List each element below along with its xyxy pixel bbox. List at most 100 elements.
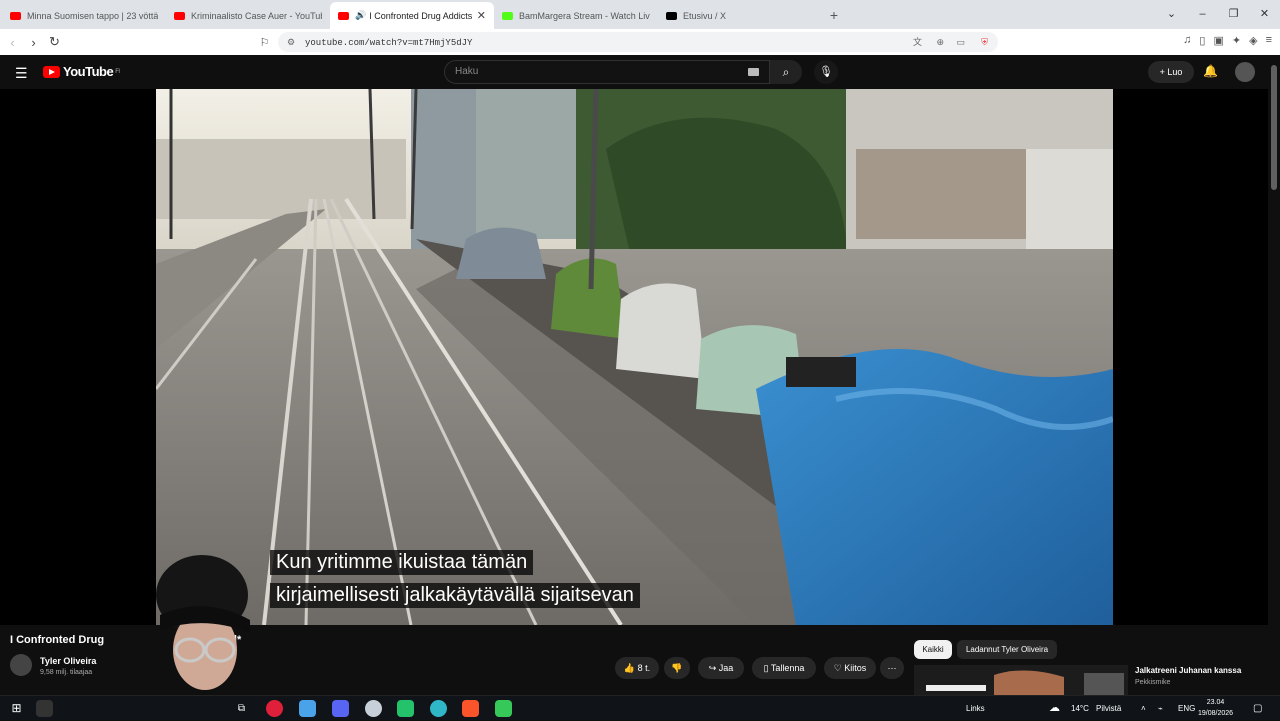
dislike-button[interactable]: 👎 [664, 657, 690, 679]
system-clock[interactable]: 23.04 19/08/2026 [1198, 697, 1233, 719]
discord-icon[interactable] [332, 700, 349, 717]
network-icon[interactable]: ⌁ [1158, 696, 1163, 721]
close-window-button[interactable]: ✕ [1249, 0, 1280, 29]
minimize-button[interactable]: – [1187, 0, 1218, 29]
scrollbar-thumb[interactable] [1271, 65, 1277, 190]
window-controls: ⌄ – ❐ ✕ [1156, 0, 1280, 29]
cast-icon[interactable]: ▭ [956, 32, 965, 52]
x-favicon-icon [666, 11, 677, 20]
more-actions-button[interactable]: ⋯ [880, 657, 904, 679]
tray-chevron-icon[interactable]: ˄ [1141, 696, 1146, 721]
youtube-header: ☰ YouTube FI Haku ⌕ 🎙 + Luo 🔔 [0, 55, 1280, 89]
search-input[interactable]: Haku [444, 60, 770, 84]
thanks-button[interactable]: ♡ Kiitos [824, 657, 876, 679]
extensions-icon[interactable]: ✦ [1232, 34, 1241, 47]
media-icon[interactable]: ♫ [1183, 34, 1191, 47]
tab-search-button[interactable]: ⌄ [1156, 0, 1187, 29]
youtube-logo[interactable]: YouTube FI [43, 64, 120, 79]
clock-date: 19/08/2026 [1198, 710, 1234, 717]
opera-icon[interactable] [266, 700, 283, 717]
webcam-overlay [150, 555, 250, 695]
sidebar-icon[interactable]: ▯ [1199, 34, 1205, 47]
tab-5[interactable]: Etusivu / X [658, 2, 822, 29]
youtube-favicon-icon [338, 11, 349, 20]
channel-avatar[interactable] [10, 654, 32, 676]
translate-icon[interactable]: 文 [913, 32, 922, 52]
share-icon: ↪ [708, 663, 717, 673]
player-letterbox-right [1113, 89, 1268, 625]
save-label: Tallenna [770, 663, 805, 673]
new-tab-button[interactable]: + [822, 2, 846, 29]
brave-icon[interactable] [462, 700, 479, 717]
share-button[interactable]: ↪ Jaa [698, 657, 744, 679]
steam-icon[interactable] [365, 700, 382, 717]
links-toolbar[interactable]: Links [966, 696, 985, 721]
user-avatar[interactable] [1235, 62, 1255, 82]
webcam-person-image [156, 555, 250, 690]
tab-1[interactable]: Minna Suomisen tappo | 23 vöttä - Ha [2, 2, 166, 29]
tab-2[interactable]: Kriminaalisto Case Auer - YouTube [166, 2, 330, 29]
thumbs-up-icon: 👍 [623, 663, 636, 673]
shields-icon[interactable]: ⛨ [981, 32, 988, 52]
youtube-favicon-icon [174, 11, 185, 20]
video-player[interactable]: Kun yritimme ikuistaa tämän kirjaimellis… [156, 89, 1113, 625]
bookmark-icon[interactable]: ⚐ [254, 36, 275, 49]
edge-icon[interactable] [430, 700, 447, 717]
channel-name[interactable]: Tyler Oliveira [40, 656, 96, 666]
vpn-icon[interactable]: ◈ [1249, 34, 1257, 47]
zoom-icon[interactable]: ⊕ [936, 32, 944, 52]
notification-center-icon[interactable]: ▢ [1253, 696, 1262, 721]
audio-playing-icon[interactable]: 🔊 [355, 10, 366, 21]
tab-title: I Confronted Drug Addicts in [369, 10, 473, 21]
keyboard-icon[interactable] [748, 68, 759, 76]
create-button[interactable]: + Luo [1148, 61, 1194, 83]
tab-3-active[interactable]: 🔊 I Confronted Drug Addicts in ✕ [330, 2, 494, 29]
recommendation-channel: Pekkismike [1135, 679, 1171, 686]
media-player-icon[interactable] [495, 700, 512, 717]
site-info-icon[interactable]: ⚙ [287, 32, 295, 52]
reload-icon[interactable]: ↻ [44, 34, 65, 50]
subscriber-count: 9,58 milj. tilaajaa [40, 669, 93, 676]
search-button[interactable]: ⌕ [770, 60, 802, 84]
save-button[interactable]: ▯ Tallenna [752, 657, 816, 679]
windows-start-icon[interactable]: ⊞ [8, 700, 25, 717]
task-view-icon[interactable]: ⧉ [233, 700, 250, 717]
voice-search-button[interactable]: 🎙 [814, 60, 838, 84]
chip-uploaded-by[interactable]: Ladannut Tyler Oliveira [957, 640, 1057, 659]
restore-button[interactable]: ❐ [1218, 0, 1249, 29]
weather-temperature[interactable]: 14°C [1071, 696, 1089, 721]
url-text: youtube.com/watch?v=mt7HmjY5dJY [305, 38, 473, 48]
windows-taskbar: ⊞ ⧉ Links ☁ 14°C Pilvistä ˄ ⌁ ENG 23.04 … [0, 695, 1280, 720]
youtube-play-icon [43, 65, 60, 78]
like-button[interactable]: 👍 8 t. [615, 657, 659, 679]
chip-all[interactable]: Kaikki [914, 640, 952, 659]
notifications-bell-icon[interactable]: 🔔 [1203, 64, 1218, 78]
thumbnail-image [914, 665, 1128, 695]
language-indicator[interactable]: ENG [1178, 696, 1195, 721]
microphone-icon: 🎙 [819, 66, 833, 78]
menu-icon[interactable]: ≡ [1266, 34, 1272, 47]
search-placeholder: Haku [455, 66, 479, 77]
weather-condition[interactable]: Pilvistä [1096, 696, 1121, 721]
close-tab-icon[interactable]: ✕ [477, 9, 486, 22]
search-taskbar-icon[interactable] [36, 700, 53, 717]
toolbar-right-icons: ♫ ▯ ▣ ✦ ◈ ≡ [1183, 34, 1272, 47]
share-label: Jaa [718, 663, 734, 673]
weather-cloud-icon: ☁ [1049, 702, 1060, 714]
recommendation-thumbnail[interactable] [914, 665, 1128, 695]
forward-icon[interactable]: › [23, 35, 44, 50]
wallet-icon[interactable]: ▣ [1213, 34, 1223, 47]
country-code: FI [115, 68, 120, 75]
subtitle-line-1: Kun yritimme ikuistaa tämän [270, 550, 534, 575]
tab-title: Etusivu / X [683, 10, 727, 21]
address-bar[interactable]: ⚙ youtube.com/watch?v=mt7HmjY5dJY 文 ⊕ ▭ … [278, 32, 998, 52]
back-icon[interactable]: ‹ [2, 35, 23, 50]
paint-icon[interactable] [299, 700, 316, 717]
thanks-label: Kiitos [844, 663, 867, 673]
whatsapp-icon[interactable] [397, 700, 414, 717]
page-scrollbar[interactable] [1268, 55, 1280, 695]
tab-4[interactable]: BamMargera Stream - Watch Live on [494, 2, 658, 29]
recommendation-title[interactable]: Jalkatreeni Juhanan kanssa [1135, 666, 1241, 675]
hamburger-menu-icon[interactable]: ☰ [15, 65, 28, 82]
tab-title: BamMargera Stream - Watch Live on [519, 10, 650, 21]
